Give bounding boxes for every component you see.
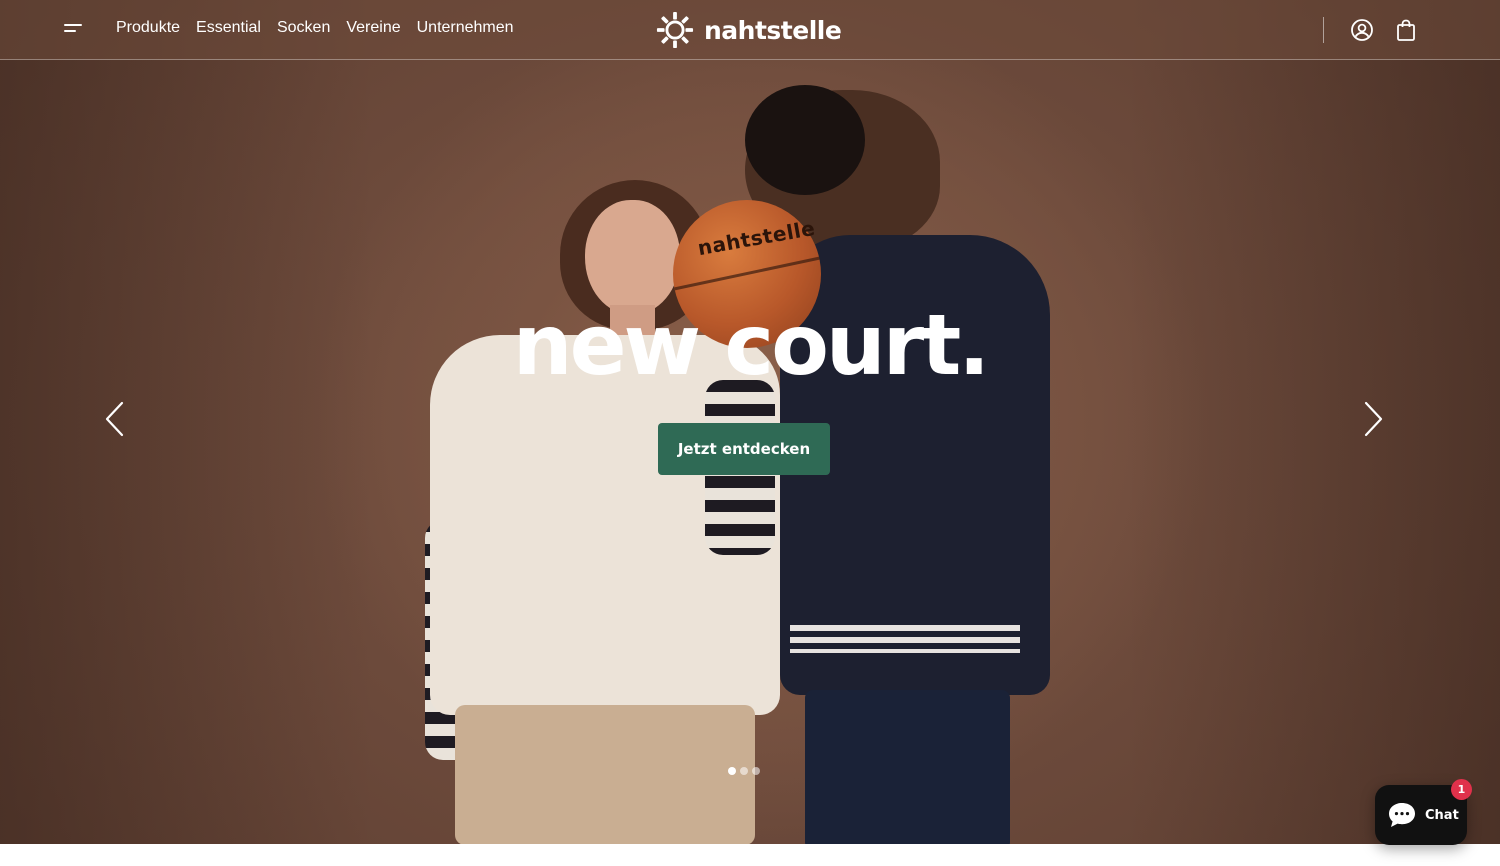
discover-button[interactable]: Jetzt entdecken bbox=[658, 423, 830, 475]
chat-notification-badge: 1 bbox=[1451, 779, 1472, 800]
nav-item-essential[interactable]: Essential bbox=[196, 19, 261, 37]
site-header: Produkte Essential Socken Vereine Untern… bbox=[0, 0, 1500, 60]
slider-next-button[interactable] bbox=[1358, 399, 1388, 439]
below-fold-area bbox=[0, 844, 1500, 866]
hero-headline: new court. bbox=[512, 296, 990, 394]
nav-item-vereine[interactable]: Vereine bbox=[346, 19, 400, 37]
chevron-left-icon bbox=[105, 401, 124, 437]
chevron-right-icon bbox=[1364, 401, 1383, 437]
nav-item-unternehmen[interactable]: Unternehmen bbox=[417, 19, 514, 37]
hero-photo-man-pants bbox=[805, 690, 1010, 844]
user-circle-icon bbox=[1351, 19, 1373, 41]
shopping-bag-icon bbox=[1397, 19, 1415, 41]
slider-prev-button[interactable] bbox=[100, 399, 130, 439]
main-nav: Produkte Essential Socken Vereine Untern… bbox=[116, 19, 514, 37]
chat-bubble-icon bbox=[1389, 803, 1415, 827]
page: nahtstelle new court. Jetzt entdecken Pr… bbox=[0, 0, 1500, 866]
nav-item-socken[interactable]: Socken bbox=[277, 19, 330, 37]
hero-photo-man-jacket-band bbox=[790, 625, 1020, 653]
slider-dot-1[interactable] bbox=[728, 767, 736, 775]
header-divider bbox=[1323, 17, 1324, 43]
hero-photo-woman-pants bbox=[455, 705, 755, 844]
account-button[interactable] bbox=[1350, 18, 1374, 42]
hero-photo-man-hair bbox=[745, 85, 865, 195]
slider-dot-2[interactable] bbox=[740, 767, 748, 775]
slider-dot-3[interactable] bbox=[752, 767, 760, 775]
slider-pagination bbox=[728, 767, 760, 775]
sun-logo-icon bbox=[656, 11, 694, 49]
brand-name: nahtstelle bbox=[704, 15, 842, 45]
hamburger-menu-icon[interactable] bbox=[64, 24, 84, 38]
nav-item-produkte[interactable]: Produkte bbox=[116, 19, 180, 37]
chat-label: Chat bbox=[1425, 807, 1459, 823]
hero-banner: nahtstelle new court. Jetzt entdecken bbox=[0, 0, 1500, 844]
brand-logo[interactable]: nahtstelle bbox=[656, 11, 842, 49]
cart-button[interactable] bbox=[1394, 18, 1418, 42]
